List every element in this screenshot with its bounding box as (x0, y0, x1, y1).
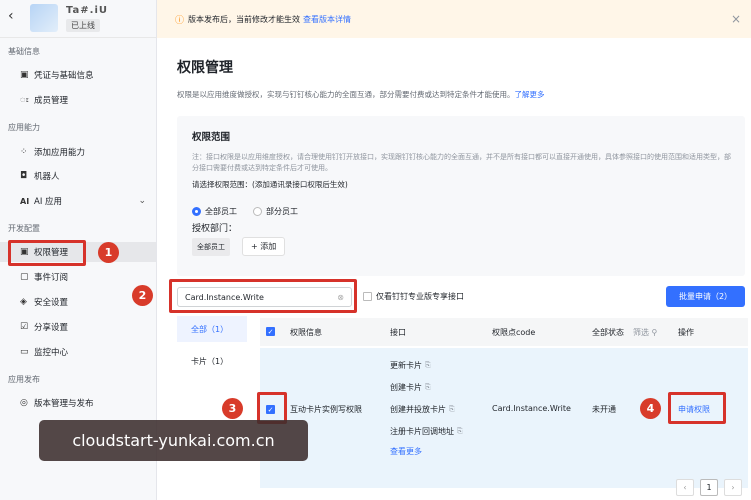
search-icon: ⚲ (651, 328, 658, 337)
header-action: 操作 (678, 328, 694, 337)
sidebar-item-members[interactable]: ႊ成员管理 (0, 90, 156, 110)
scope-title: 权限范围 (192, 132, 231, 143)
section-dev: 开发配置 (8, 224, 40, 233)
prev-page-button[interactable]: ‹ (676, 479, 694, 496)
app-name: Ta#.iU (66, 5, 109, 16)
scope-question: 请选择权限范围：(添加通讯录接口权限后生效) (192, 180, 348, 189)
dept-label: 授权部门： (192, 224, 238, 234)
scope-panel: 权限范围 注：接口权限是以应用维度授权，请合理使用钉钉开放接口，实现跟钉钉核心能… (177, 116, 745, 276)
annotation-box-1 (8, 240, 86, 266)
watermark: cloudstart-yunkai.com.cn (39, 420, 308, 461)
radio-checked-icon (192, 207, 201, 216)
header-status: 全部状态 (592, 328, 624, 337)
section-capability: 应用能力 (8, 123, 40, 132)
header-code: 权限点code (492, 328, 536, 337)
radio-part-employees[interactable]: 部分员工 (253, 206, 298, 217)
next-page-button[interactable]: › (724, 479, 742, 496)
annotation-badge-1: 1 (98, 242, 119, 263)
app-logo (30, 4, 58, 32)
row-permission-name: 互动卡片实例写权限 (290, 405, 362, 414)
doc-icon: ⎘ (457, 427, 463, 435)
annotation-box-4 (668, 392, 726, 424)
interface-create-deliver-card[interactable]: 创建并投放卡片 ⎘ (390, 404, 455, 415)
section-release: 应用发布 (8, 375, 40, 384)
category-card[interactable]: 卡片（1） (177, 348, 247, 374)
category-all[interactable]: 全部（1） (177, 316, 247, 342)
batch-apply-button[interactable]: 批量申请（2） (666, 286, 745, 307)
dept-chip: 全部员工 (192, 238, 230, 256)
row-status: 未开通 (592, 405, 616, 414)
monitor-icon: ▭ (20, 347, 29, 357)
annotation-box-2 (169, 279, 357, 313)
status-badge: 已上线 (66, 19, 100, 32)
annotation-badge-2: 2 (132, 285, 153, 306)
share-icon: ☑ (20, 322, 29, 332)
interface-create-card[interactable]: 创建卡片 ⎘ (390, 382, 431, 393)
user-icon: ႊ (20, 94, 29, 105)
sidebar-item-ai[interactable]: AI AI 应用 ⌄ (0, 191, 156, 211)
page-title: 权限管理 (177, 60, 233, 76)
credential-icon: ▣ (20, 70, 29, 80)
notice-link[interactable]: 查看版本详情 (303, 14, 351, 25)
radio-all-employees[interactable]: 全部员工 (192, 206, 237, 217)
interface-register-callback[interactable]: 注册卡片回调地址 ⎘ (390, 426, 463, 437)
sidebar-item-version[interactable]: ◎ 版本管理与发布 (0, 393, 156, 413)
radio-unchecked-icon (253, 207, 262, 216)
row-code: Card.Instance.Write (492, 404, 571, 413)
app-header: ‹ Ta#.iU 已上线 (0, 0, 156, 38)
only-pro-checkbox[interactable]: 仅看钉钉专业版专享接口 (363, 291, 464, 302)
doc-icon: ⎘ (425, 361, 431, 369)
notice-text: 版本发布后，当前修改才能生效 (188, 14, 301, 24)
sidebar-item-credentials[interactable]: ▣ 凭证与基础信息 (0, 65, 156, 85)
chevron-down-icon: ⌄ (138, 196, 146, 206)
table-header: ✓ 权限信息 接口 权限点code 全部状态 筛选 ⚲ 操作 (260, 318, 748, 346)
sidebar-item-events[interactable]: ▢ 事件订阅 (0, 267, 156, 287)
header-interface: 接口 (390, 328, 406, 337)
header-permission: 权限信息 (290, 328, 322, 337)
select-all-checkbox[interactable]: ✓ (266, 327, 275, 336)
back-arrow-icon[interactable]: ‹ (8, 8, 14, 24)
annotation-badge-4: 4 (640, 398, 661, 419)
close-icon[interactable]: × (731, 12, 741, 26)
sidebar-item-monitor[interactable]: ▭ 监控中心 (0, 342, 156, 362)
section-basic: 基础信息 (8, 47, 40, 56)
page-1-button[interactable]: 1 (700, 479, 718, 496)
page-description: 权限是以应用维度做授权，实现与钉钉核心能力的全面互通，部分需要付费或达到特定条件… (177, 90, 545, 99)
robot-icon: ◘ (20, 171, 28, 181)
sidebar-item-share[interactable]: ☑ 分享设置 (0, 317, 156, 337)
add-dept-button[interactable]: + 添加 (242, 237, 286, 256)
filter-button[interactable]: 筛选 ⚲ (633, 327, 657, 338)
view-more-link[interactable]: 查看更多 (390, 446, 422, 457)
sidebar-item-add-capability[interactable]: ⁘ 添加应用能力 (0, 142, 156, 162)
pagination: ‹ 1 › (676, 479, 742, 496)
info-icon: ⓘ (175, 15, 185, 26)
checkbox-icon (363, 292, 372, 301)
shield-icon: ◈ (20, 297, 27, 307)
ai-icon: AI (20, 196, 30, 206)
event-icon: ▢ (20, 272, 29, 282)
learn-more-link[interactable]: 了解更多 (515, 90, 545, 99)
doc-icon: ⎘ (425, 383, 431, 391)
sidebar-item-robot[interactable]: ◘ 机器人 (0, 166, 156, 186)
version-icon: ◎ (20, 398, 28, 408)
doc-icon: ⎘ (449, 405, 455, 413)
grid-icon: ⁘ (20, 147, 28, 157)
interface-update-card[interactable]: 更新卡片 ⎘ (390, 360, 431, 371)
notice-bar: ⓘ 版本发布后，当前修改才能生效 查看版本详情 × (157, 0, 751, 38)
scope-note: 注：接口权限是以应用维度授权，请合理使用钉钉开放接口，实现跟钉钉核心能力的全面互… (192, 153, 731, 172)
annotation-badge-3: 3 (222, 398, 243, 419)
